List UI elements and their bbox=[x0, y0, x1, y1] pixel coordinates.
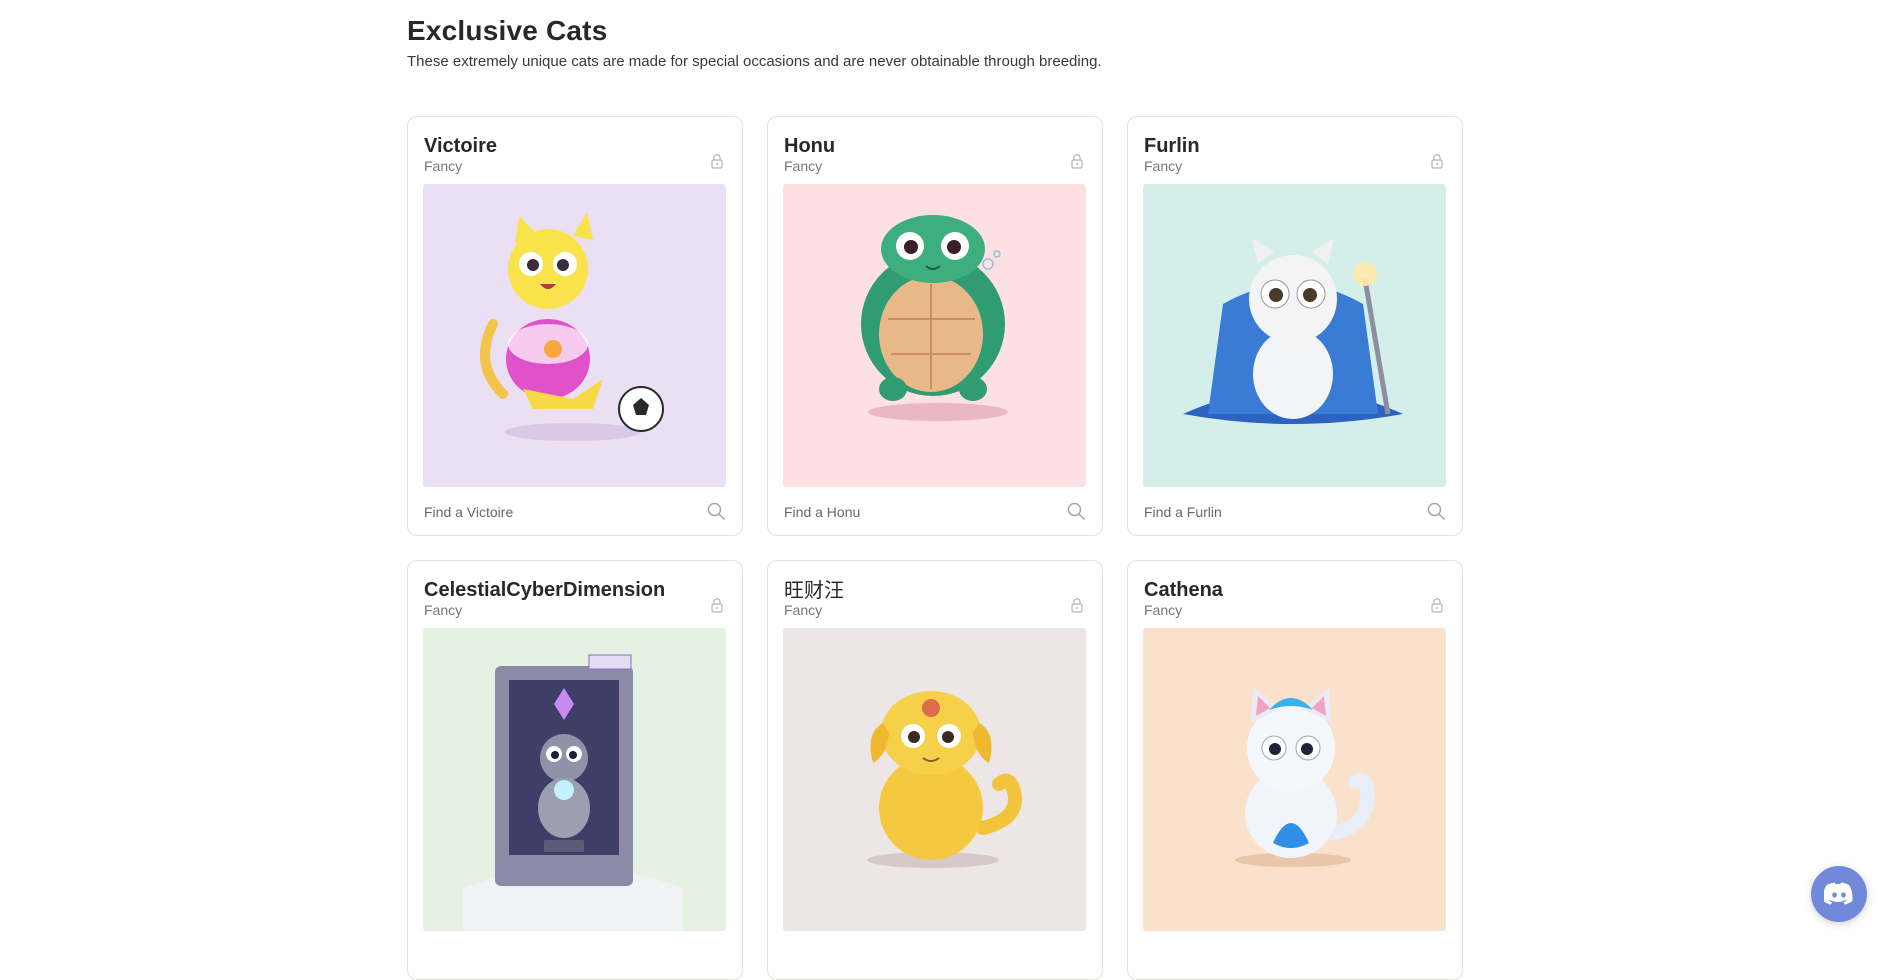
golden-dog-cat-illustration bbox=[783, 628, 1086, 931]
cat-kind: Fancy bbox=[784, 602, 823, 618]
ice-cat-illustration bbox=[1143, 628, 1446, 931]
cat-card-celestialcyberdimension[interactable]: CelestialCyberDimension Fancy bbox=[407, 560, 743, 980]
cat-kind: Fancy bbox=[424, 602, 463, 618]
exclusive-cats-section: Exclusive Cats These extremely unique ca… bbox=[407, 0, 1465, 980]
find-cat-link[interactable]: Find a Furlin bbox=[1144, 503, 1222, 521]
cat-image[interactable] bbox=[783, 628, 1086, 931]
cat-kind: Fancy bbox=[784, 158, 823, 174]
cat-card-victoire[interactable]: Victoire Fancy Find a Victoire bbox=[407, 116, 743, 536]
page-title: Exclusive Cats bbox=[407, 15, 608, 46]
discord-icon bbox=[1824, 882, 1853, 905]
find-cat-link[interactable]: Find a Victoire bbox=[424, 503, 513, 521]
cat-name: Furlin bbox=[1144, 135, 1200, 157]
cat-name: 旺财汪 bbox=[784, 578, 844, 602]
cat-name: Victoire bbox=[424, 135, 497, 157]
wizard-cat-illustration bbox=[1143, 184, 1446, 487]
cat-image[interactable] bbox=[1143, 184, 1446, 487]
cat-image[interactable] bbox=[1143, 628, 1446, 931]
cat-card-furlin[interactable]: Furlin Fancy Find a Furlin bbox=[1127, 116, 1463, 536]
lock-icon bbox=[1431, 154, 1443, 169]
search-icon[interactable] bbox=[706, 501, 726, 521]
soccer-cat-illustration bbox=[423, 184, 726, 487]
cat-image[interactable] bbox=[423, 184, 726, 487]
lock-icon bbox=[1071, 154, 1083, 169]
cat-name: Cathena bbox=[1144, 579, 1223, 601]
cat-card-cathena[interactable]: Cathena Fancy bbox=[1127, 560, 1463, 980]
discord-chat-button[interactable] bbox=[1811, 866, 1867, 922]
cyber-portal-cat-illustration bbox=[423, 628, 726, 931]
lock-icon bbox=[1071, 598, 1083, 613]
cat-kind: Fancy bbox=[1144, 158, 1183, 174]
search-icon[interactable] bbox=[1066, 501, 1086, 521]
cat-name: Honu bbox=[784, 135, 836, 157]
turtle-cat-illustration bbox=[783, 184, 1086, 487]
lock-icon bbox=[711, 154, 723, 169]
cat-image[interactable] bbox=[783, 184, 1086, 487]
lock-icon bbox=[711, 598, 723, 613]
search-icon[interactable] bbox=[1426, 501, 1446, 521]
cat-card-wangcaiwang[interactable]: 旺财汪 Fancy bbox=[767, 560, 1103, 980]
lock-icon bbox=[1431, 598, 1443, 613]
cat-kind: Fancy bbox=[424, 158, 463, 174]
find-cat-link[interactable]: Find a Honu bbox=[784, 503, 860, 521]
cat-grid: Victoire Fancy Find a Victoire Honu Fanc… bbox=[407, 116, 1463, 980]
cat-name: CelestialCyberDimension bbox=[424, 579, 666, 601]
cat-card-honu[interactable]: Honu Fancy Find a Honu bbox=[767, 116, 1103, 536]
cat-image[interactable] bbox=[423, 628, 726, 931]
cat-kind: Fancy bbox=[1144, 602, 1183, 618]
page-subtitle: These extremely unique cats are made for… bbox=[407, 53, 1102, 70]
